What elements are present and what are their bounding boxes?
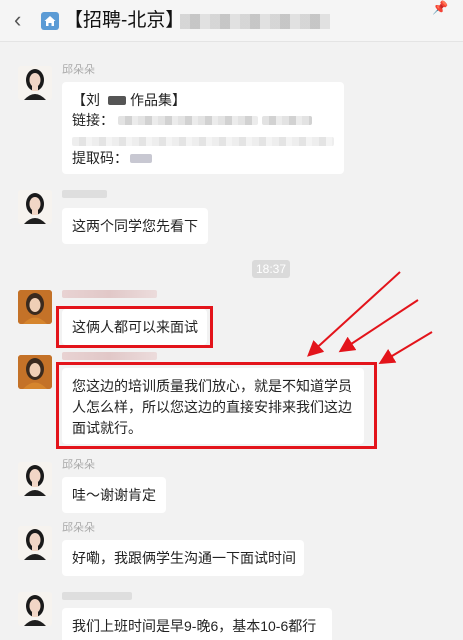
avatar[interactable] (18, 592, 52, 626)
message-bubble[interactable]: 好嘞，我跟俩学生沟通一下面试时间 (62, 540, 304, 576)
message-bubble[interactable]: 我们上班时间是早9-晚6，基本10-6都行 (62, 608, 332, 640)
message-text: 哇～谢谢肯定 (72, 487, 156, 503)
sender-name: 邱朵朵 (62, 522, 95, 534)
message-bubble[interactable]: 哇～谢谢肯定 (62, 477, 166, 513)
message-text: 我们上班时间是早9-晚6，基本10-6都行 (72, 618, 317, 634)
avatar[interactable] (18, 526, 52, 560)
arrow-icon (378, 331, 433, 365)
sender-name: 邱朵朵 (62, 459, 95, 471)
message-text: 好嘞，我跟俩学生沟通一下面试时间 (72, 550, 296, 566)
avatar[interactable] (18, 462, 52, 496)
blurred-sender-name (62, 592, 132, 600)
arrow-icon (338, 299, 419, 353)
